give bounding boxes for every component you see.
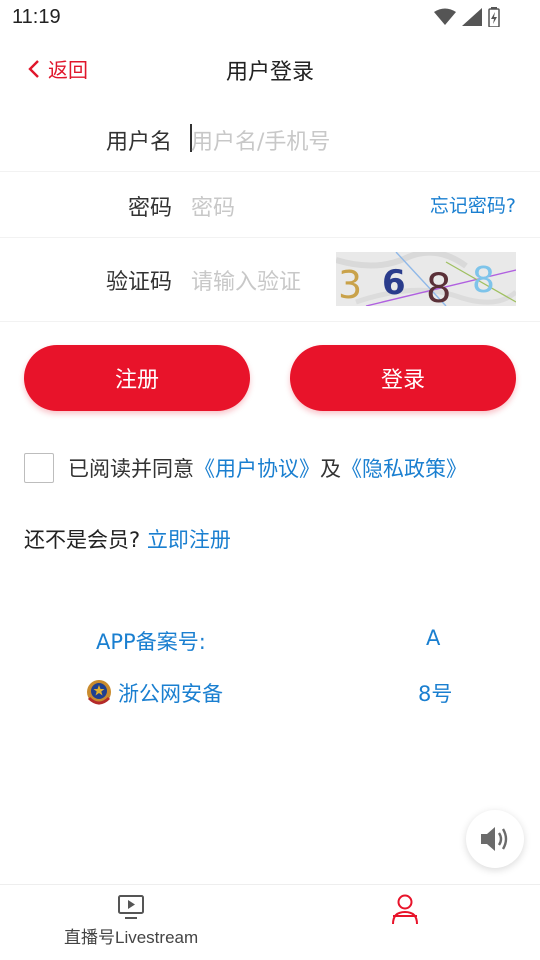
play-screen-icon [118,895,145,919]
member-question: 还不是会员? [24,528,141,552]
status-bar: 11:19 [0,0,540,36]
password-input[interactable]: 密码 [191,190,235,222]
captcha-digit-1: 3 [338,263,362,306]
bottom-tab-bar: 直播号Livestream [0,884,540,960]
app-filing-row: APP备案号: A [0,626,540,658]
tab-livestream[interactable]: 直播号Livestream [64,893,198,948]
battery-icon [488,7,500,27]
police-filing-label[interactable]: 浙公网安备 [118,678,223,708]
captcha-label: 验证码 [105,270,172,295]
wifi-icon [434,8,456,25]
register-button[interactable]: 注册 [24,345,250,411]
speaker-button[interactable] [466,810,524,868]
user-agreement-link[interactable]: 《用户协议》 [194,457,320,481]
username-row: 用户名 用户名/手机号 [0,104,540,172]
police-filing-value[interactable]: 8号 [418,678,452,708]
captcha-digit-4: 8 [472,260,495,301]
tab-livestream-label: 直播号Livestream [64,928,199,947]
cell-signal-icon [462,8,482,26]
app-filing-label[interactable]: APP备案号: [96,626,206,656]
captcha-graphic: 3 6 8 8 [336,252,516,306]
register-now-link[interactable]: 立即注册 [147,528,231,552]
police-filing-row: 浙公网安备 8号 [0,678,540,710]
captcha-digit-2: 6 [382,263,406,303]
agree-checkbox[interactable] [24,453,54,483]
agreement-and: 及 [320,457,341,481]
captcha-digit-3: 8 [426,266,451,306]
header: 返回 用户登录 [0,36,540,104]
username-label: 用户名 [105,130,172,155]
user-profile-icon [392,894,418,925]
privacy-policy-link[interactable]: 《隐私政策》 [341,457,467,481]
app-filing-value[interactable]: A [426,626,440,650]
agreement-text: 已阅读并同意《用户协议》及《隐私政策》 [68,453,467,483]
agreement-prefix: 已阅读并同意 [68,457,194,481]
password-row: 密码 密码 忘记密码? [0,172,540,238]
agreement-row: 已阅读并同意《用户协议》及《隐私政策》 [24,452,524,484]
login-button[interactable]: 登录 [290,345,516,411]
password-label: 密码 [127,196,172,221]
username-input[interactable]: 用户名/手机号 [191,124,330,156]
member-row: 还不是会员? 立即注册 [24,524,231,554]
captcha-input[interactable]: 请输入验证 [191,264,301,296]
police-badge-icon [87,680,111,705]
tab-profile[interactable] [390,893,420,925]
status-icons [434,7,500,27]
page-title: 用户登录 [225,60,314,85]
captcha-image[interactable]: 3 6 8 8 [336,252,516,306]
status-time: 11:19 [12,6,61,28]
forgot-password-link[interactable]: 忘记密码? [430,191,516,218]
speaker-icon [481,827,508,851]
